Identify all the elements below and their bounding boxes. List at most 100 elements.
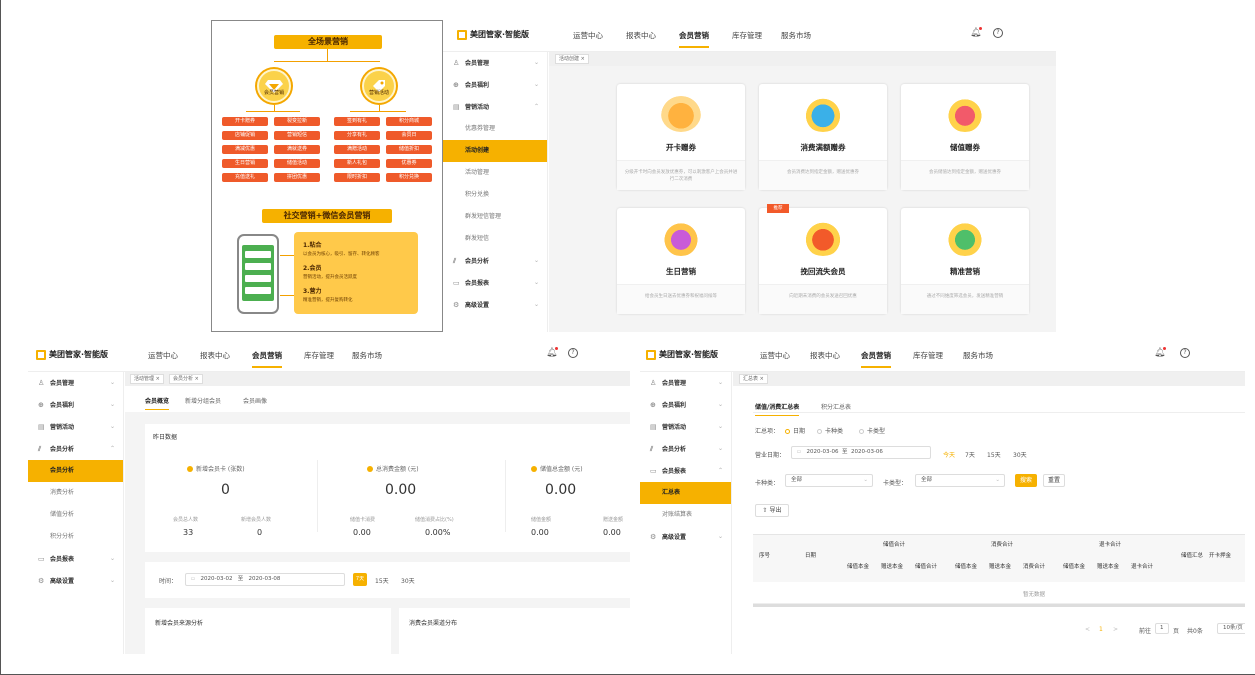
sidebar-item[interactable]: ⊕ 会员福利 ⌄ (443, 74, 547, 96)
nav-service-market[interactable]: 服务市场 (963, 350, 993, 361)
card-type-select[interactable]: 全部 ⌄ (915, 474, 1005, 487)
help-icon[interactable]: ? (568, 348, 578, 358)
nav-inventory[interactable]: 库存管理 (304, 350, 334, 361)
quick-today[interactable]: 今天 (943, 450, 955, 459)
subtab-new-group[interactable]: 新增分组会员 (185, 396, 221, 405)
sidebar-item[interactable]: ⫽ 会员分析 ⌃ (28, 438, 123, 460)
nav-report-center[interactable]: 报表中心 (626, 30, 656, 41)
subtab-points[interactable]: 积分汇总表 (821, 402, 851, 411)
sidebar-item[interactable]: 积分兑换 (443, 184, 547, 206)
quick-15days[interactable]: 15天 (375, 576, 389, 585)
sidebar-item[interactable]: 储值分析 (28, 504, 123, 526)
page-size-select[interactable]: 10条/页 (1217, 623, 1245, 634)
nav-report-center[interactable]: 报表中心 (200, 350, 230, 361)
sidebar-item[interactable]: 对账结算表 (640, 504, 731, 526)
search-button[interactable]: 搜索 (1015, 474, 1037, 487)
nav-ops-center[interactable]: 运营中心 (760, 350, 790, 361)
page-number[interactable]: 1 (1099, 626, 1103, 633)
help-icon[interactable]: ? (1180, 348, 1190, 358)
quick-7days[interactable]: 7天 (353, 573, 367, 586)
sidebar-item[interactable]: 优惠券管理 (443, 118, 547, 140)
nav-member-marketing[interactable]: 会员营销 (679, 30, 709, 48)
quick-30days[interactable]: 30天 (401, 576, 415, 585)
sidebar-item[interactable]: ⚙ 高级设置 ⌄ (28, 570, 123, 592)
goto-page-input[interactable]: 1 (1155, 623, 1169, 634)
chevron-down-icon: ⌄ (717, 379, 723, 386)
sidebar-item[interactable]: 积分分析 (28, 526, 123, 548)
sidebar-item[interactable]: ⊕ 会员福利 ⌄ (28, 394, 123, 416)
sidebar-item[interactable]: ▭ 会员报表 ⌄ (28, 548, 123, 570)
sidebar-item[interactable]: ♙ 会员管理 ⌄ (640, 372, 731, 394)
sidebar-item[interactable]: 活动管理 (443, 162, 547, 184)
nav-service-market[interactable]: 服务市场 (352, 350, 382, 361)
subtab-portrait[interactable]: 会员画像 (243, 396, 267, 405)
tab-summary[interactable]: 汇总表 × (739, 374, 768, 384)
nav-inventory[interactable]: 库存管理 (732, 30, 762, 41)
sidebar-item[interactable]: ▤ 营销活动 ⌃ (443, 96, 547, 118)
nav-inventory[interactable]: 库存管理 (913, 350, 943, 361)
sidebar-item[interactable]: ⚙ 高级设置 ⌄ (443, 294, 547, 316)
tab-member-analysis[interactable]: 会员分析 × (169, 374, 203, 384)
chevron-down-icon: ⌄ (533, 59, 539, 66)
bell-icon[interactable]: 🔔︎ (1154, 347, 1166, 358)
activity-card[interactable]: 开卡赠券 分级开卡时向会员发放优惠券，可以刺激客户上会员并进行二次消费 (617, 84, 745, 190)
chevron-down-icon: ⌄ (533, 257, 539, 264)
chevron-down-icon: ⌄ (863, 477, 868, 483)
sidebar-item[interactable]: ♙ 会员管理 ⌄ (28, 372, 123, 394)
app-logo[interactable]: 美团管家·智能版 (457, 29, 529, 40)
quick-30days[interactable]: 30天 (1013, 450, 1027, 459)
tab-activity-create[interactable]: 活动创建 × (555, 54, 589, 64)
nav-service-market[interactable]: 服务市场 (781, 30, 811, 41)
col-open-deposit: 开卡押金 (1209, 553, 1232, 559)
nav-report-center[interactable]: 报表中心 (810, 350, 840, 361)
sidebar-item[interactable]: 汇总表 (640, 482, 731, 504)
sidebar-item[interactable]: 活动创建 (443, 140, 547, 162)
sidebar-item[interactable]: 会员分析 (28, 460, 123, 482)
wallet-coins-icon (945, 96, 985, 132)
bell-icon[interactable]: 🔔︎ (546, 347, 558, 358)
subtab-overview[interactable]: 会员概览 (145, 396, 170, 410)
sidebar-item[interactable]: ⫽ 会员分析 ⌄ (640, 438, 731, 460)
sidebar-item[interactable]: ♙ 会员管理 ⌄ (443, 52, 547, 74)
tab-activity-manage[interactable]: 活动管理 × (130, 374, 164, 384)
activity-card[interactable]: 生日营销 给会员生日送去优惠券和祝福问候等 (617, 208, 745, 314)
sidebar-item[interactable]: ▤ 营销活动 ⌄ (28, 416, 123, 438)
activity-card[interactable]: 储值赠券 会员储值达到指定金额，赠送优惠券 (901, 84, 1029, 190)
nav-member-marketing[interactable]: 会员营销 (252, 350, 282, 368)
activity-card[interactable]: 消费满额赠券 会员消费达到指定金额，赠送优惠券 (759, 84, 887, 190)
sidebar-item[interactable]: 群发短信管理 (443, 206, 547, 228)
sidebar-item[interactable]: 消费分析 (28, 482, 123, 504)
nav-member-marketing[interactable]: 会员营销 (861, 350, 891, 368)
sidebar-item[interactable]: ▭ 会员报表 ⌃ (640, 460, 731, 482)
app-logo[interactable]: 美团管家·智能版 (646, 349, 718, 360)
sidebar-item[interactable]: ⚙ 高级设置 ⌄ (640, 526, 731, 548)
subtab-stored-consume[interactable]: 储值/消费汇总表 (755, 402, 800, 416)
radio-card-kind[interactable]: 卡种类 (817, 426, 843, 435)
next-page-button[interactable]: > (1113, 626, 1118, 633)
help-icon[interactable]: ? (993, 28, 1003, 38)
table-empty-row: 暂无数据 (753, 582, 1245, 604)
nav-ops-center[interactable]: 运营中心 (573, 30, 603, 41)
poster-section2-title: 社交营销+微信会员营销 (262, 209, 392, 223)
business-date-range[interactable]: ▫ 2020-03-06 至 2020-03-06 (791, 446, 931, 459)
export-button[interactable]: ⇧ 导出 (755, 504, 789, 517)
quick-7days[interactable]: 7天 (965, 450, 975, 459)
card-kind-select[interactable]: 全部 ⌄ (785, 474, 873, 487)
bell-icon[interactable]: 🔔︎ (970, 27, 982, 38)
radio-date[interactable]: 日期 (785, 426, 805, 435)
sidebar-item[interactable]: ⫽ 会员分析 ⌄ (443, 250, 547, 272)
sidebar-item[interactable]: ▤ 营销活动 ⌄ (640, 416, 731, 438)
sidebar-item[interactable]: 群发短信 (443, 228, 547, 250)
prev-page-button[interactable]: < (1085, 626, 1090, 633)
activity-card[interactable]: 推荐 挽回流失会员 向近期未消费的会员发送召回优惠 (759, 204, 887, 314)
quick-15days[interactable]: 15天 (987, 450, 1001, 459)
reset-button[interactable]: 重置 (1043, 474, 1065, 487)
app-logo[interactable]: 美团管家·智能版 (36, 349, 108, 360)
sidebar-item[interactable]: ▭ 会员报表 ⌄ (443, 272, 547, 294)
nav-ops-center[interactable]: 运营中心 (148, 350, 178, 361)
date-range-input[interactable]: ▫ 2020-03-02 至 2020-03-08 (185, 573, 345, 586)
horizontal-scrollbar[interactable] (753, 604, 1245, 607)
sidebar-item[interactable]: ⊕ 会员福利 ⌄ (640, 394, 731, 416)
activity-card[interactable]: 精准营销 通过不同维度筛选会员，发送精准营销 (901, 208, 1029, 314)
radio-card-type[interactable]: 卡类型 (859, 426, 885, 435)
